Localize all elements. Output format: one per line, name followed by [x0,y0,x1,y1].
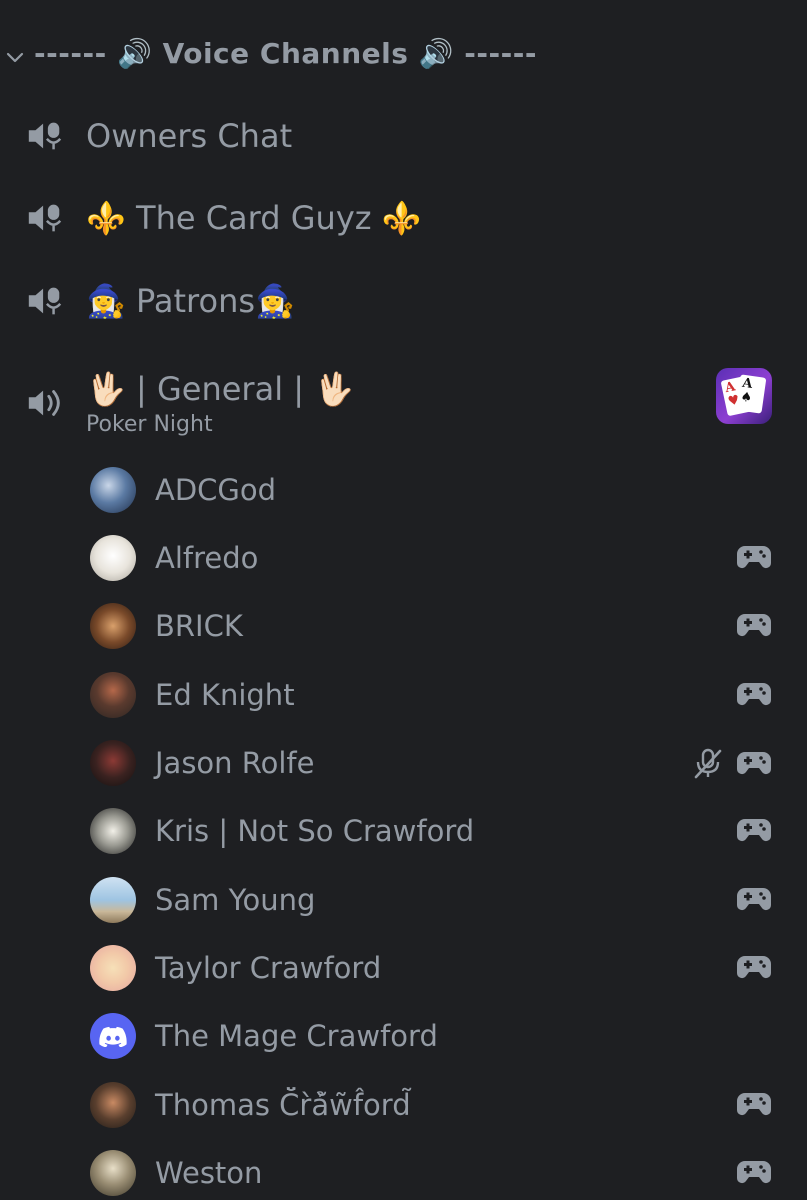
member-item[interactable]: ADCGod [90,462,780,518]
member-name: Taylor Crawford [155,951,382,985]
chevron-down-icon [4,42,26,64]
channel-patrons[interactable]: 🧙‍♀️ Patrons🧙‍♀️ [24,277,784,325]
avatar [90,1082,136,1128]
controller-icon [736,748,772,778]
avatar [90,535,136,581]
member-item[interactable]: Jason Rolfe [90,735,780,791]
avatar [90,672,136,718]
member-item[interactable]: Ed Knight [90,667,780,723]
mic-muted-icon [692,747,724,779]
controller-icon [736,542,772,572]
avatar [90,945,136,991]
controller-icon [736,610,772,640]
channel-name: 🖖🏻 | General | 🖖🏻 [86,369,355,408]
controller-icon [736,1157,772,1187]
member-name: Weston [155,1156,263,1190]
speaker-icon [24,382,66,424]
member-item[interactable]: The Mage Crawford [90,1008,780,1064]
member-item[interactable]: Thomas C̆̈r̀ả̆w̃f̂ord̃ [90,1077,780,1133]
channel-name: 🧙‍♀️ Patrons🧙‍♀️ [86,282,295,320]
stage-icon [24,197,66,239]
member-item[interactable]: Kris | Not So Crawford [90,803,780,859]
member-item[interactable]: Taylor Crawford [90,940,780,996]
avatar [90,1150,136,1196]
member-item[interactable]: Alfredo [90,530,780,586]
poker-cards-icon[interactable]: A ♥ A ♠ [716,368,772,424]
voice-channel-list: ------ 🔊 Voice Channels 🔊 ------ Owners … [0,0,807,1200]
avatar [90,603,136,649]
stage-icon [24,280,66,322]
controller-icon [736,884,772,914]
avatar [90,808,136,854]
member-name: Alfredo [155,541,259,575]
member-name: ADCGod [155,473,277,507]
channel-name: ⚜️ The Card Guyz ⚜️ [86,199,422,237]
member-name: Kris | Not So Crawford [155,814,475,848]
member-item[interactable]: Weston [90,1145,780,1200]
controller-icon [736,1089,772,1119]
channel-status: Poker Night [86,411,213,437]
avatar [90,877,136,923]
category-voice-channels[interactable]: ------ 🔊 Voice Channels 🔊 ------ [0,28,537,78]
member-name: BRICK [155,609,243,643]
avatar [90,467,136,513]
member-item[interactable]: Sam Young [90,872,780,928]
channel-name: Owners Chat [86,117,293,155]
member-item[interactable]: BRICK [90,598,780,654]
controller-icon [736,815,772,845]
member-name: Sam Young [155,883,316,917]
member-name: Jason Rolfe [155,746,315,780]
discord-default-avatar [90,1013,136,1059]
member-name: The Mage Crawford [155,1019,438,1053]
stage-icon [24,115,66,157]
member-name: Thomas C̆̈r̀ả̆w̃f̂ord̃ [155,1088,411,1122]
channel-the-card-guyz[interactable]: ⚜️ The Card Guyz ⚜️ [24,194,784,242]
category-label: ------ 🔊 Voice Channels 🔊 ------ [34,36,537,70]
member-name: Ed Knight [155,678,295,712]
channel-owners-chat[interactable]: Owners Chat [24,112,784,160]
controller-icon [736,952,772,982]
channel-general[interactable]: 🖖🏻 | General | 🖖🏻 Poker Night A ♥ A ♠ [24,358,784,448]
controller-icon [736,679,772,709]
avatar [90,740,136,786]
